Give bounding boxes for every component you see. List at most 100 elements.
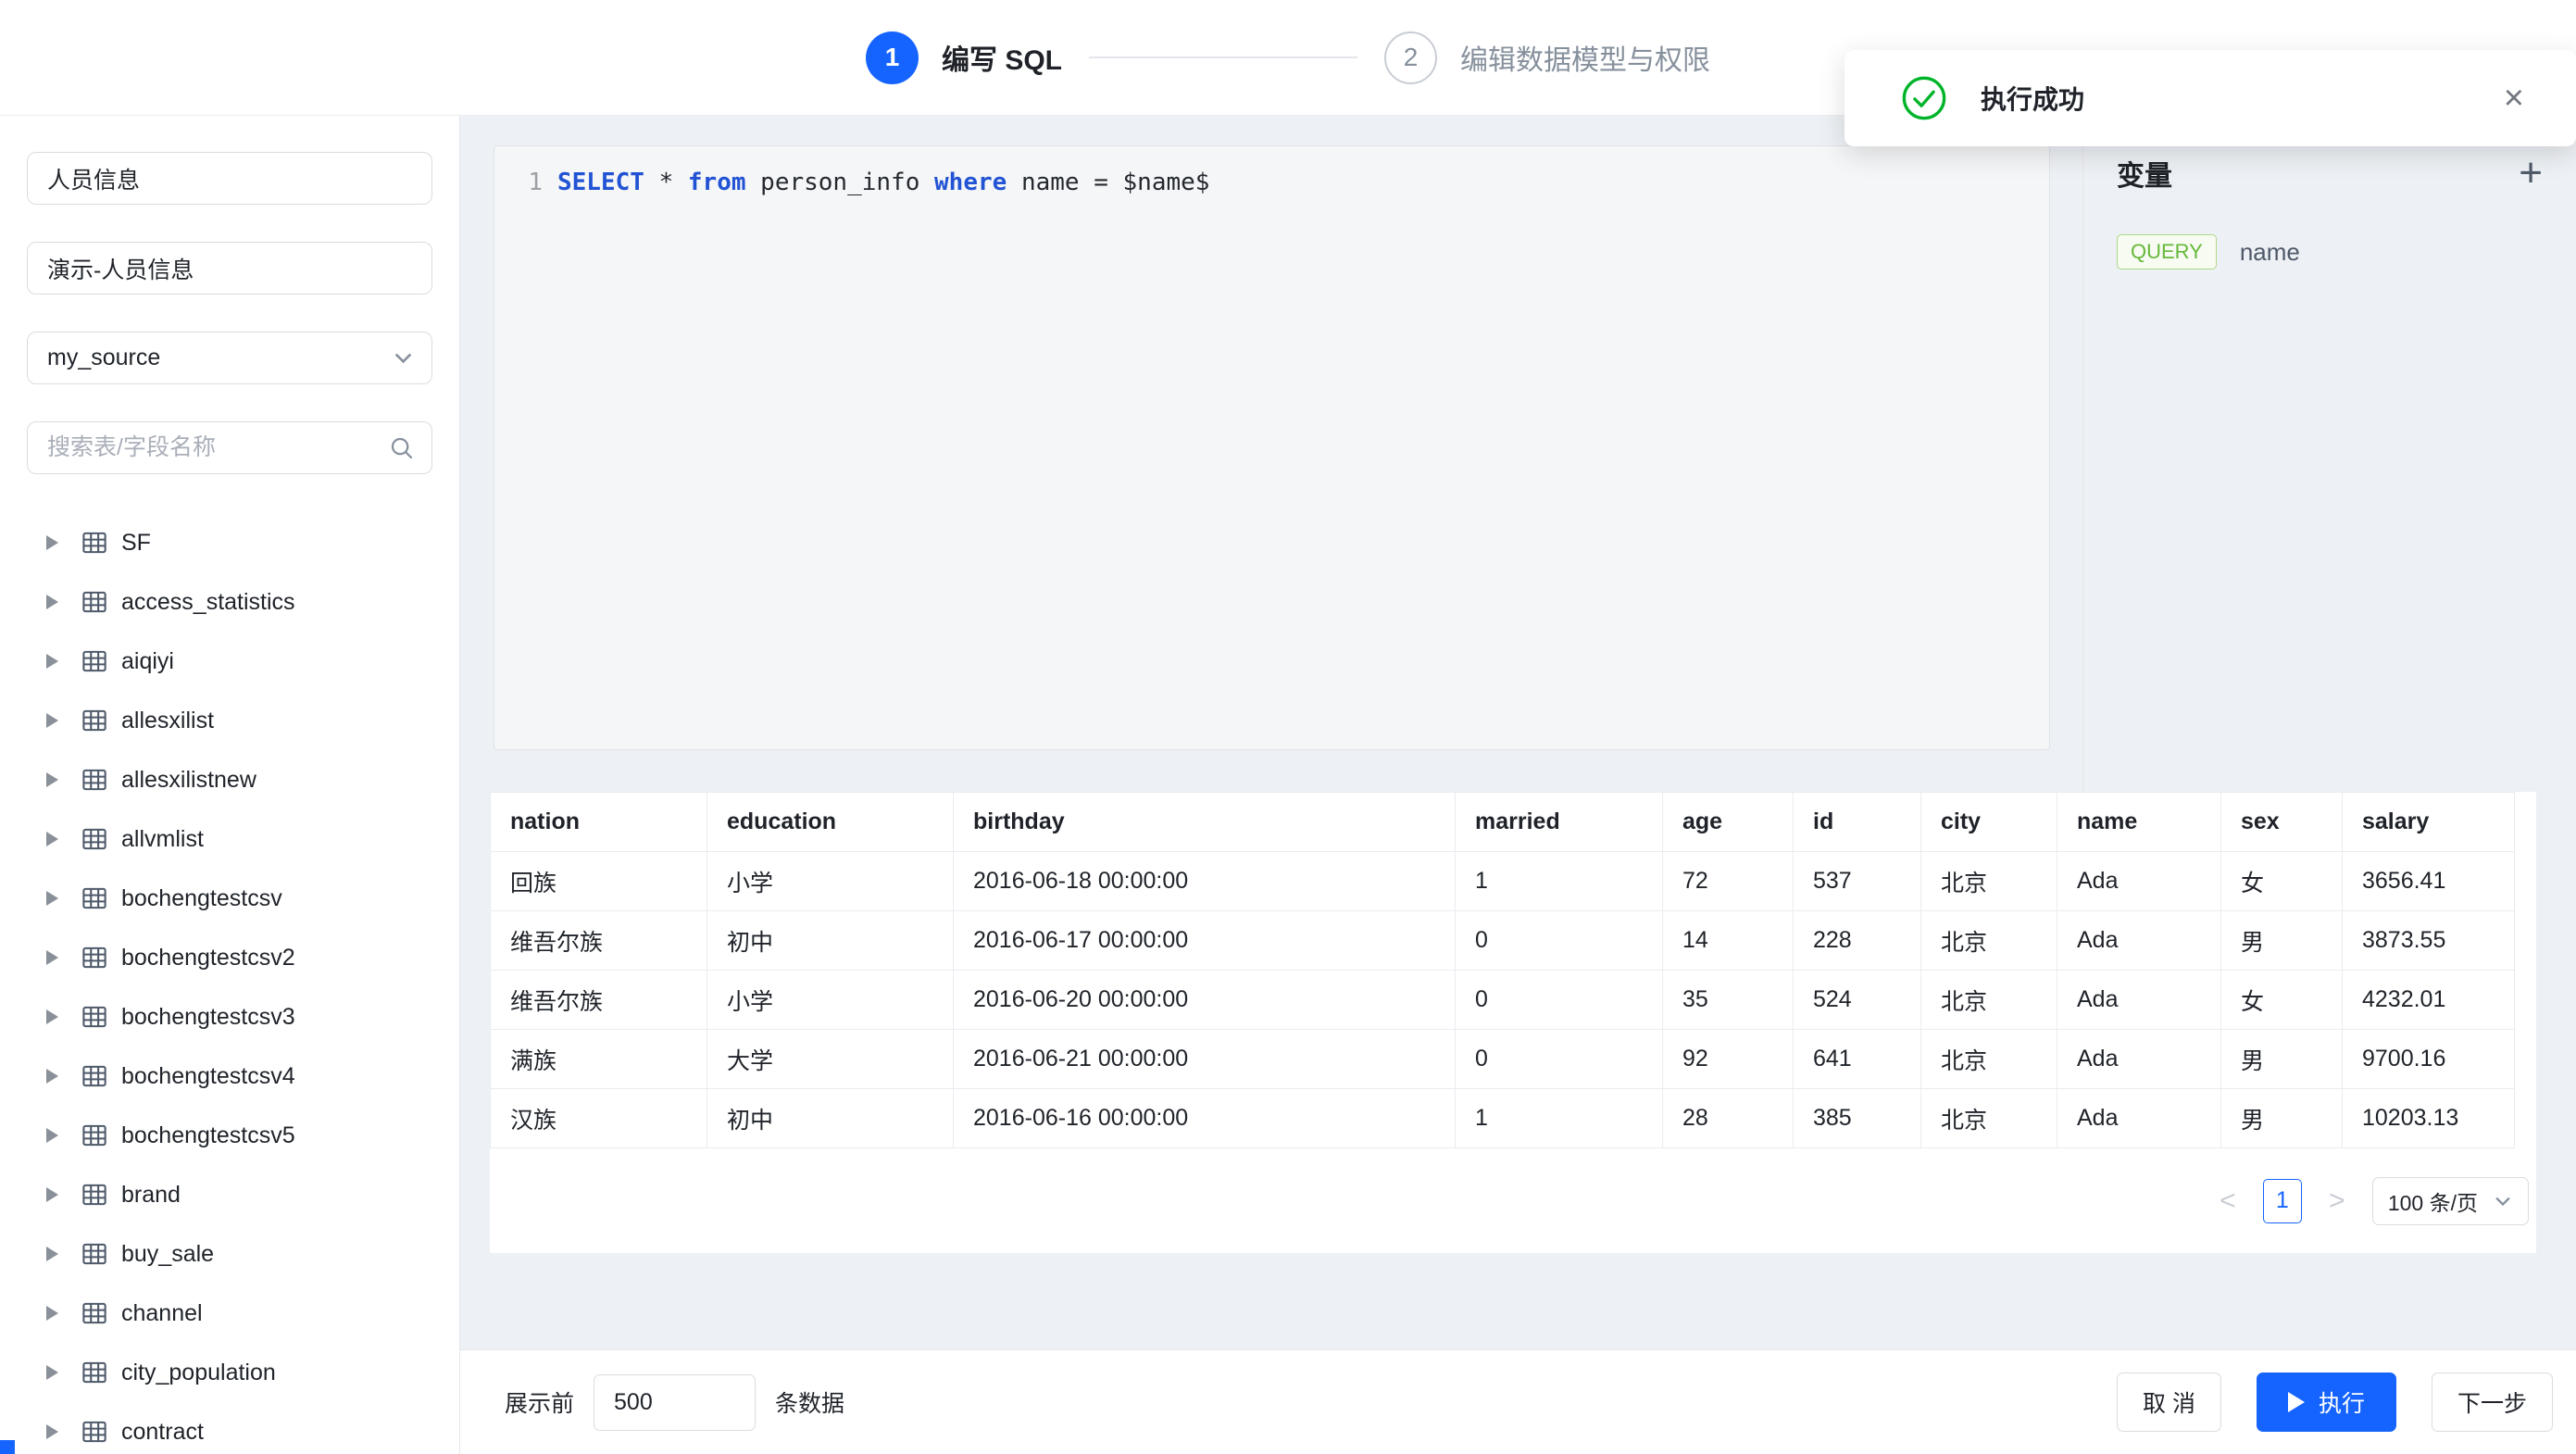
- table-tree-item[interactable]: allesxilist: [27, 691, 432, 750]
- table-cell: 10203.13: [2343, 1089, 2515, 1148]
- search-input[interactable]: [27, 421, 432, 474]
- table-cell: 小学: [707, 971, 954, 1030]
- tree-item-label: city_population: [121, 1360, 276, 1386]
- table-tree-item[interactable]: allesxilistnew: [27, 750, 432, 809]
- table-cell: 回族: [491, 852, 707, 911]
- tree-item-label: bochengtestcsv2: [121, 945, 295, 971]
- table-tree-item[interactable]: buy_sale: [27, 1224, 432, 1284]
- step-2-label: 编辑数据模型与权限: [1460, 37, 1710, 78]
- table-cell: 28: [1663, 1089, 1794, 1148]
- table-cell: 4232.01: [2343, 971, 2515, 1030]
- table-cell: 3656.41: [2343, 852, 2515, 911]
- page-prev-icon[interactable]: <: [2211, 1185, 2245, 1217]
- table-tree-item[interactable]: aiqiyi: [27, 632, 432, 691]
- next-step-button[interactable]: 下一步: [2432, 1373, 2553, 1432]
- caret-right-icon[interactable]: [46, 1365, 58, 1380]
- page-size-select[interactable]: 100 条/页: [2372, 1177, 2529, 1225]
- table-cell: 北京: [1921, 971, 2057, 1030]
- dataset-name-input[interactable]: [27, 152, 432, 205]
- table-cell: 1: [1456, 1089, 1663, 1148]
- variable-item[interactable]: QUERY name: [2117, 234, 2543, 269]
- table-tree-item[interactable]: SF: [27, 513, 432, 572]
- table-cell: 2016-06-17 00:00:00: [954, 911, 1456, 971]
- sql-token: where: [934, 169, 1007, 196]
- dataset-display-name-input[interactable]: [27, 242, 432, 295]
- table-tree-item[interactable]: channel: [27, 1284, 432, 1343]
- table-tree-item[interactable]: allvmlist: [27, 809, 432, 869]
- step-1-write-sql[interactable]: 1 编写 SQL: [866, 31, 1062, 84]
- caret-right-icon[interactable]: [46, 1069, 58, 1084]
- results-header-row: nationeducationbirthdaymarriedageidcityn…: [491, 793, 2515, 852]
- table-cell: 524: [1794, 971, 1921, 1030]
- caret-right-icon[interactable]: [46, 713, 58, 728]
- table-cell: 2016-06-20 00:00:00: [954, 971, 1456, 1030]
- sql-code: SELECT * from person_info where name = $…: [557, 169, 1209, 196]
- cancel-button[interactable]: 取 消: [2117, 1373, 2221, 1432]
- variable-type-badge: QUERY: [2117, 234, 2217, 269]
- caret-right-icon[interactable]: [46, 1128, 58, 1143]
- tree-item-label: bochengtestcsv5: [121, 1122, 295, 1149]
- table-tree-item[interactable]: bochengtestcsv: [27, 869, 432, 928]
- caret-right-icon[interactable]: [46, 654, 58, 669]
- caret-right-icon[interactable]: [46, 772, 58, 787]
- tree-item-label: channel: [121, 1300, 203, 1327]
- column-header: education: [707, 793, 954, 852]
- table-tree-item[interactable]: contract: [27, 1402, 432, 1454]
- table-cell: 3873.55: [2343, 911, 2515, 971]
- table-cell: 男: [2221, 1030, 2343, 1089]
- add-variable-icon[interactable]: +: [2519, 153, 2543, 194]
- caret-right-icon[interactable]: [46, 950, 58, 965]
- table-grid-icon: [81, 766, 108, 794]
- toast-message: 执行成功: [1981, 80, 2084, 117]
- table-row: 维吾尔族初中2016-06-17 00:00:00014228北京Ada男387…: [491, 911, 2515, 971]
- caret-right-icon[interactable]: [46, 1424, 58, 1439]
- caret-right-icon[interactable]: [46, 1009, 58, 1024]
- step-connector-line: [1089, 56, 1357, 58]
- sql-token: SELECT: [557, 169, 644, 196]
- bottom-left-accent: [0, 1440, 15, 1454]
- sql-token: *: [644, 169, 688, 196]
- tree-item-label: allesxilist: [121, 708, 214, 734]
- column-header: age: [1663, 793, 1794, 852]
- table-cell: 北京: [1921, 911, 2057, 971]
- run-button-label: 执行: [2319, 1385, 2365, 1419]
- table-cell: 大学: [707, 1030, 954, 1089]
- close-icon[interactable]: ×: [2504, 81, 2524, 116]
- table-grid-icon: [81, 529, 108, 557]
- caret-right-icon[interactable]: [46, 535, 58, 550]
- chevron-down-icon: [2493, 1191, 2513, 1211]
- table-grid-icon: [81, 825, 108, 853]
- step-2-edit-model[interactable]: 2 编辑数据模型与权限: [1384, 31, 1710, 84]
- table-tree-item[interactable]: access_statistics: [27, 572, 432, 632]
- table-tree-item[interactable]: bochengtestcsv5: [27, 1106, 432, 1165]
- step-wizard: 1 编写 SQL 2 编辑数据模型与权限: [866, 31, 1710, 84]
- table-tree-item[interactable]: brand: [27, 1165, 432, 1224]
- sql-editor[interactable]: 1 SELECT * from person_info where name =…: [494, 145, 2050, 750]
- table-grid-icon: [81, 1003, 108, 1031]
- results-table: nationeducationbirthdaymarriedageidcityn…: [490, 792, 2515, 1148]
- caret-right-icon[interactable]: [46, 891, 58, 906]
- table-tree-item[interactable]: bochengtestcsv4: [27, 1047, 432, 1106]
- table-tree-item[interactable]: bochengtestcsv2: [27, 928, 432, 987]
- table-tree-item[interactable]: bochengtestcsv3: [27, 987, 432, 1047]
- tree-item-label: access_statistics: [121, 589, 295, 616]
- table-grid-icon: [81, 707, 108, 734]
- caret-right-icon[interactable]: [46, 595, 58, 609]
- run-button[interactable]: 执行: [2257, 1373, 2396, 1432]
- column-header: married: [1456, 793, 1663, 852]
- success-check-icon: [1901, 75, 1947, 121]
- table-tree-item[interactable]: city_population: [27, 1343, 432, 1402]
- table-cell: 0: [1456, 911, 1663, 971]
- table-grid-icon: [81, 1122, 108, 1149]
- tree-item-label: bochengtestcsv3: [121, 1004, 295, 1031]
- caret-right-icon[interactable]: [46, 1187, 58, 1202]
- table-grid-icon: [81, 1062, 108, 1090]
- datasource-select[interactable]: my_source: [27, 332, 432, 384]
- caret-right-icon[interactable]: [46, 1247, 58, 1261]
- page-next-icon[interactable]: >: [2320, 1185, 2354, 1217]
- results-body: 回族小学2016-06-18 00:00:00172537北京Ada女3656.…: [491, 852, 2515, 1148]
- current-page-button[interactable]: 1: [2263, 1179, 2302, 1223]
- caret-right-icon[interactable]: [46, 1306, 58, 1321]
- caret-right-icon[interactable]: [46, 832, 58, 846]
- row-limit-input[interactable]: [594, 1374, 756, 1431]
